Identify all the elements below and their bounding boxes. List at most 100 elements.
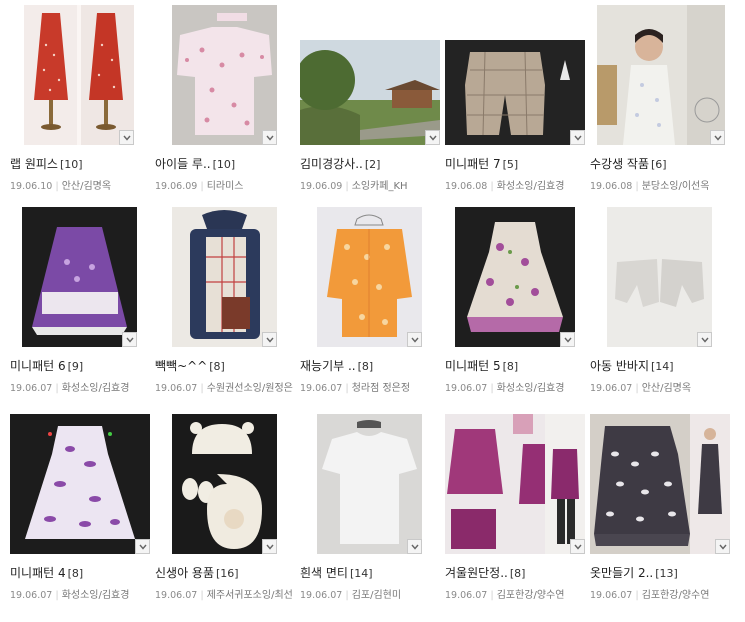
comment-count[interactable]: [2] <box>365 158 381 171</box>
post-card[interactable]: 아이들 루.. [10] 19.06.09 | 티라미스 <box>155 5 295 192</box>
post-card[interactable]: 아동 반바지 [14] 19.06.07 | 안산/김명옥 <box>590 207 730 394</box>
post-meta: 19.06.07 | 화성소잉/김효경 <box>10 586 158 601</box>
comment-count[interactable]: [6] <box>651 158 667 171</box>
chevron-down-icon[interactable] <box>407 539 422 554</box>
chevron-down-icon[interactable] <box>697 332 712 347</box>
post-author[interactable]: 소잉카페_KH <box>352 181 408 192</box>
meta-divider: | <box>635 181 639 192</box>
post-card[interactable]: 빽빽~^^ [8] 19.06.07 | 수원권선소잉/원정은 <box>155 207 295 394</box>
chevron-down-icon[interactable] <box>570 539 585 554</box>
post-thumbnail[interactable] <box>597 5 725 145</box>
chevron-down-icon[interactable] <box>119 130 134 145</box>
post-author[interactable]: 김포한강/양수연 <box>642 590 710 601</box>
post-title-row: 신생아 용품 [16] <box>155 564 239 581</box>
post-title[interactable]: 흰색 면티 <box>300 566 348 580</box>
comment-count[interactable]: [14] <box>651 360 674 373</box>
post-title[interactable]: 아동 반바지 <box>590 359 649 373</box>
chevron-down-icon[interactable] <box>407 332 422 347</box>
comment-count[interactable]: [8] <box>510 567 526 580</box>
post-author[interactable]: 화성소잉/김효경 <box>62 383 130 394</box>
comment-count[interactable]: [5] <box>503 158 519 171</box>
post-thumbnail[interactable] <box>317 207 422 347</box>
chevron-down-icon[interactable] <box>715 539 730 554</box>
post-title[interactable]: 아이들 루.. <box>155 157 211 171</box>
post-thumbnail[interactable] <box>24 5 134 145</box>
post-card[interactable]: 겨울원단정.. [8] 19.06.07 | 김포한강/양수연 <box>445 414 585 601</box>
comment-count[interactable]: [9] <box>68 360 84 373</box>
comment-count[interactable]: [16] <box>216 567 239 580</box>
post-title[interactable]: 빽빽~^^ <box>155 359 207 373</box>
post-author[interactable]: 수원권선소잉/원정은 <box>207 383 293 394</box>
post-title[interactable]: 미니패턴 4 <box>10 566 66 580</box>
post-author[interactable]: 안산/김명옥 <box>62 181 111 192</box>
chevron-down-icon[interactable] <box>570 130 585 145</box>
post-thumbnail[interactable] <box>172 5 277 145</box>
post-title[interactable]: 미니패턴 6 <box>10 359 66 373</box>
chevron-down-icon[interactable] <box>135 539 150 554</box>
comment-count[interactable]: [14] <box>350 567 373 580</box>
meta-divider: | <box>200 383 204 394</box>
thumbnail-container <box>155 5 295 145</box>
post-author[interactable]: 안산/김명옥 <box>642 383 691 394</box>
post-author[interactable]: 화성소잉/김효경 <box>497 383 565 394</box>
post-author[interactable]: 분당소잉/이선옥 <box>642 181 710 192</box>
post-title-row: 아이들 루.. [10] <box>155 155 235 172</box>
meta-divider: | <box>55 383 59 394</box>
post-title[interactable]: 옷만들기 2.. <box>590 566 653 580</box>
comment-count[interactable]: [8] <box>68 567 84 580</box>
meta-divider: | <box>490 383 494 394</box>
comment-count[interactable]: [10] <box>60 158 83 171</box>
post-thumbnail[interactable] <box>300 40 440 145</box>
chevron-down-icon[interactable] <box>710 130 725 145</box>
post-card[interactable]: 신생아 용품 [16] 19.06.07 | 제주서귀포소잉/최선 <box>155 414 295 601</box>
comment-count[interactable]: [10] <box>213 158 236 171</box>
post-title[interactable]: 신생아 용품 <box>155 566 214 580</box>
chevron-down-icon[interactable] <box>560 332 575 347</box>
chevron-down-icon[interactable] <box>262 130 277 145</box>
post-title[interactable]: 재능기부 .. <box>300 359 356 373</box>
post-title-row: 랩 원피스 [10] <box>10 155 83 172</box>
post-title[interactable]: 미니패턴 5 <box>445 359 501 373</box>
post-thumbnail[interactable] <box>590 414 730 554</box>
post-title[interactable]: 수강생 작품 <box>590 157 649 171</box>
post-title[interactable]: 김미경강사.. <box>300 157 363 171</box>
post-card[interactable]: 미니패턴 7 [5] 19.06.08 | 화성소잉/김효경 <box>445 5 585 192</box>
comment-count[interactable]: [8] <box>358 360 374 373</box>
post-author[interactable]: 티라미스 <box>207 181 244 192</box>
chevron-down-icon[interactable] <box>425 130 440 145</box>
post-card[interactable]: 미니패턴 4 [8] 19.06.07 | 화성소잉/김효경 <box>10 414 150 601</box>
post-author[interactable]: 제주서귀포소잉/최선 <box>207 590 293 601</box>
chevron-down-icon[interactable] <box>122 332 137 347</box>
post-author[interactable]: 화성소잉/김효경 <box>497 181 565 192</box>
post-card[interactable]: 흰색 면티 [14] 19.06.07 | 김포/김현미 <box>300 414 440 601</box>
post-card[interactable]: 김미경강사.. [2] 19.06.09 | 소잉카페_KH <box>300 5 440 192</box>
post-card[interactable]: 재능기부 .. [8] 19.06.07 | 청라점 정은정 <box>300 207 440 394</box>
chevron-down-icon[interactable] <box>262 539 277 554</box>
post-title[interactable]: 미니패턴 7 <box>445 157 501 171</box>
post-thumbnail[interactable] <box>172 414 277 554</box>
post-author[interactable]: 청라점 정은정 <box>352 383 410 394</box>
comment-count[interactable]: [13] <box>655 567 678 580</box>
post-card[interactable]: 미니패턴 5 [8] 19.06.07 | 화성소잉/김효경 <box>445 207 585 394</box>
post-thumbnail[interactable] <box>10 414 150 554</box>
post-thumbnail[interactable] <box>445 414 585 554</box>
post-title[interactable]: 랩 원피스 <box>10 157 58 171</box>
comment-count[interactable]: [8] <box>503 360 519 373</box>
post-thumbnail[interactable] <box>455 207 575 347</box>
post-meta: 19.06.07 | 김포/김현미 <box>300 586 448 601</box>
post-thumbnail[interactable] <box>22 207 137 347</box>
post-card[interactable]: 옷만들기 2.. [13] 19.06.07 | 김포한강/양수연 <box>590 414 730 601</box>
post-thumbnail[interactable] <box>445 40 585 145</box>
post-author[interactable]: 화성소잉/김효경 <box>62 590 130 601</box>
post-title[interactable]: 겨울원단정.. <box>445 566 508 580</box>
chevron-down-icon[interactable] <box>262 332 277 347</box>
post-thumbnail[interactable] <box>317 414 422 554</box>
post-author[interactable]: 김포/김현미 <box>352 590 401 601</box>
post-card[interactable]: 랩 원피스 [10] 19.06.10 | 안산/김명옥 <box>10 5 150 192</box>
post-thumbnail[interactable] <box>172 207 277 347</box>
post-card[interactable]: 미니패턴 6 [9] 19.06.07 | 화성소잉/김효경 <box>10 207 150 394</box>
comment-count[interactable]: [8] <box>209 360 225 373</box>
post-thumbnail[interactable] <box>607 207 712 347</box>
post-author[interactable]: 김포한강/양수연 <box>497 590 565 601</box>
post-card[interactable]: 수강생 작품 [6] 19.06.08 | 분당소잉/이선옥 <box>590 5 730 192</box>
